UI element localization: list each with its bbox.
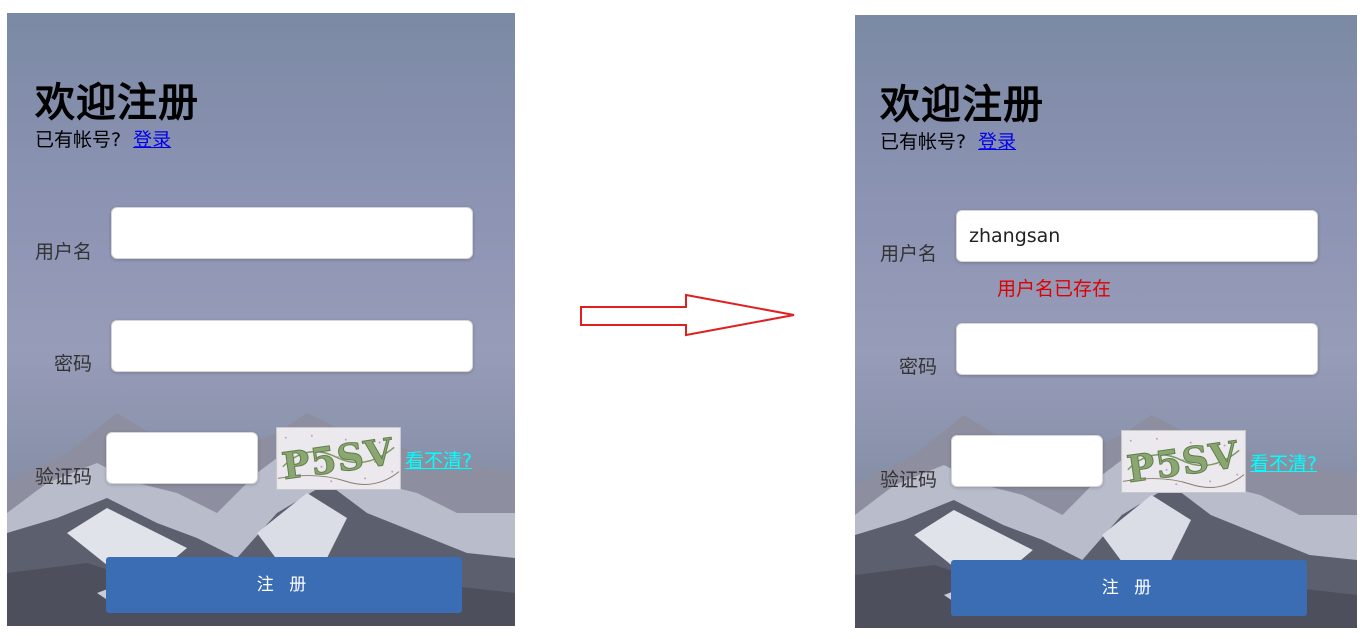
refresh-captcha-link[interactable]: 看不清? [405,449,472,473]
have-account-text: 已有帐号? 登录 [35,128,171,152]
password-input[interactable] [111,320,473,372]
username-label: 用户名 [34,241,92,263]
captcha-graphic: P5SV [277,428,400,489]
refresh-captcha-link[interactable]: 看不清? [1250,452,1317,476]
username-input[interactable] [111,207,473,259]
username-label: 用户名 [879,243,937,265]
captcha-image[interactable]: P5SV [276,427,401,490]
right-arrow-icon [580,293,795,337]
have-account-label: 已有帐号? [880,131,967,153]
register-panel-after: 欢迎注册 已有帐号? 登录 用户名 zhangsan 用户名已存在 密码 验证码 … [855,15,1357,628]
captcha-input[interactable] [106,432,258,484]
password-label: 密码 [53,353,92,375]
password-label: 密码 [898,356,937,378]
captcha-label: 验证码 [34,466,92,488]
username-input[interactable]: zhangsan [956,210,1318,262]
captcha-image[interactable]: P5SV [1121,430,1246,493]
password-input[interactable] [956,323,1318,375]
captcha-input[interactable] [951,435,1103,487]
login-link[interactable]: 登录 [978,131,1016,153]
captcha-graphic: P5SV [1122,431,1245,492]
have-account-label: 已有帐号? [35,129,122,151]
captcha-label: 验证码 [879,469,937,491]
register-panel-before: 欢迎注册 已有帐号? 登录 用户名 密码 验证码 P5SV 看不清? 注 册 [7,13,515,626]
page-title: 欢迎注册 [35,80,199,126]
login-link[interactable]: 登录 [133,129,171,151]
page-title: 欢迎注册 [880,82,1044,128]
register-button[interactable]: 注 册 [106,557,462,613]
register-button[interactable]: 注 册 [951,560,1307,616]
have-account-text: 已有帐号? 登录 [880,130,1016,154]
username-error-message: 用户名已存在 [997,278,1112,300]
